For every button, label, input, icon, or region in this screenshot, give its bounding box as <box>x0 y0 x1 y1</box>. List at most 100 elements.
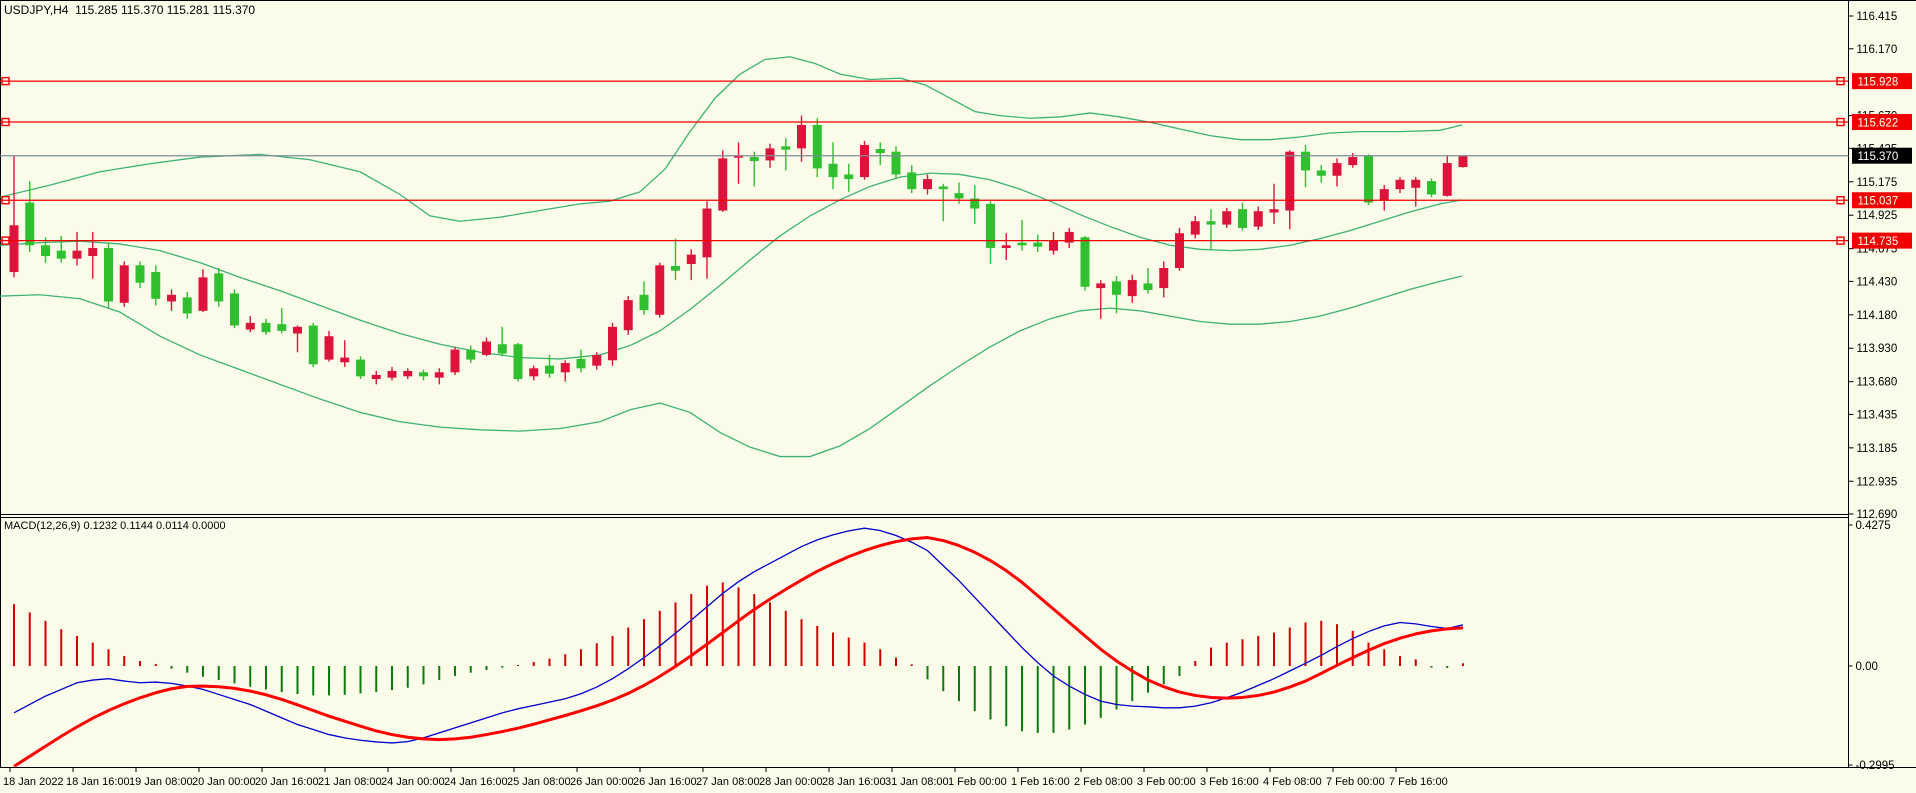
time-tick-label: 21 Jan 08:00 <box>318 776 382 788</box>
macd-histogram-bar <box>139 660 141 666</box>
macd-histogram-bar <box>296 666 299 695</box>
candle-body <box>1143 283 1153 291</box>
macd-histogram-bar <box>517 664 519 666</box>
candle-body <box>308 325 318 365</box>
macd-histogram-bar <box>1068 666 1071 730</box>
candle-body <box>529 368 539 377</box>
macd-histogram-bar <box>186 666 189 673</box>
time-tick-label: 7 Feb 00:00 <box>1326 776 1385 788</box>
time-tick-label: 4 Feb 08:00 <box>1263 776 1322 788</box>
time-tick-label: 27 Jan 08:00 <box>696 776 760 788</box>
candle-body <box>450 349 460 373</box>
macd-histogram-bar <box>13 604 15 666</box>
macd-histogram-bar <box>800 619 803 666</box>
macd-histogram-bar <box>942 666 945 692</box>
macd-histogram-bar <box>1304 622 1307 666</box>
macd-histogram-bar <box>879 649 882 666</box>
candle-body <box>1301 151 1310 171</box>
macd-histogram-bar <box>958 666 960 702</box>
macd-histogram-bar <box>202 666 204 677</box>
ohlc-values-label: 115.285 115.370 115.281 115.370 <box>75 3 256 17</box>
candle-body <box>1112 281 1121 295</box>
candle-body <box>875 149 885 154</box>
macd-histogram-bar <box>249 666 252 687</box>
macd-histogram-bar <box>1273 632 1275 666</box>
time-tick-label: 28 Jan 16:00 <box>822 776 886 788</box>
macd-histogram-bar <box>595 643 598 666</box>
macd-histogram-bar <box>1115 666 1118 710</box>
candle-body <box>230 293 239 326</box>
candle-body <box>371 374 381 379</box>
price-box-label: 114.735 <box>1858 236 1899 248</box>
macd-histogram-bar <box>1462 663 1464 666</box>
candle-body <box>482 341 491 355</box>
candle <box>1364 154 1373 206</box>
candle-body <box>1395 179 1405 190</box>
macd-histogram-bar <box>926 666 929 680</box>
time-tick-label: 31 Jan 08:00 <box>885 776 949 788</box>
macd-histogram-bar <box>1005 666 1008 727</box>
macd-histogram-bar <box>973 666 976 712</box>
macd-histogram-bar <box>548 658 551 666</box>
candle-body <box>340 357 350 363</box>
macd-histogram-bar <box>91 642 94 666</box>
candle <box>718 150 728 212</box>
candle-body <box>781 146 791 150</box>
candle-body <box>167 294 176 302</box>
time-tick-label: 3 Feb 00:00 <box>1137 776 1196 788</box>
candle-body <box>277 324 287 331</box>
candle <box>608 322 617 366</box>
candle-body <box>718 158 728 211</box>
candle-body <box>151 272 161 299</box>
candle-body <box>293 326 302 334</box>
macd-histogram-bar <box>469 666 472 673</box>
candle-body <box>954 193 964 199</box>
candle-body <box>403 370 413 377</box>
candle-body <box>1238 209 1247 228</box>
macd-histogram-bar <box>784 610 787 666</box>
candle <box>1458 155 1468 168</box>
candle <box>513 342 523 382</box>
time-tick-label: 20 Jan 00:00 <box>192 776 256 788</box>
candle-body <box>923 179 932 190</box>
candle-body <box>576 358 586 369</box>
price-tick-label: 115.175 <box>1857 177 1898 189</box>
candle-body <box>1127 280 1137 297</box>
chart-title: USDJPY,H4 115.285 115.370 115.281 115.37… <box>4 3 255 17</box>
candle <box>655 262 665 318</box>
chart-canvas[interactable]: 116.415116.170115.670115.425115.175114.9… <box>0 0 1916 793</box>
candle-body <box>72 250 82 259</box>
macd-histogram-bar <box>1036 666 1039 733</box>
hline-price-box[interactable]: 115.928 <box>1852 73 1912 90</box>
macd-histogram-bar <box>989 666 992 720</box>
macd-histogram-bar <box>233 666 236 684</box>
macd-histogram-bar <box>359 666 362 694</box>
macd-histogram-bar <box>895 657 897 666</box>
candle-body <box>1364 155 1373 203</box>
time-tick-label: 26 Jan 00:00 <box>570 776 634 788</box>
candle-body <box>1442 163 1452 196</box>
candle-body <box>324 336 334 360</box>
candle-body <box>1332 163 1342 176</box>
candle <box>450 346 460 375</box>
hline-price-box[interactable]: 114.735 <box>1852 232 1912 249</box>
macd-tick-label: 0.4275 <box>1856 520 1891 532</box>
macd-histogram-bar <box>863 642 866 666</box>
macd-histogram-bar <box>769 602 771 666</box>
candle-body <box>56 250 66 259</box>
candle-body <box>356 359 365 377</box>
macd-histogram-bar <box>706 585 708 666</box>
hline-price-box[interactable]: 115.622 <box>1852 114 1912 131</box>
macd-histogram-bar <box>532 661 535 666</box>
candle-body <box>9 225 19 273</box>
macd-histogram-bar <box>1257 635 1260 666</box>
hline-price-box[interactable]: 115.037 <box>1852 192 1912 209</box>
candle-body <box>592 354 602 366</box>
macd-histogram-bar <box>485 666 488 671</box>
candle-body <box>1175 233 1184 269</box>
macd-histogram-bar <box>375 666 378 693</box>
candle-body <box>1427 181 1436 195</box>
candle-body <box>828 163 838 178</box>
macd-histogram-bar <box>1320 620 1323 666</box>
candle-body <box>623 300 633 331</box>
